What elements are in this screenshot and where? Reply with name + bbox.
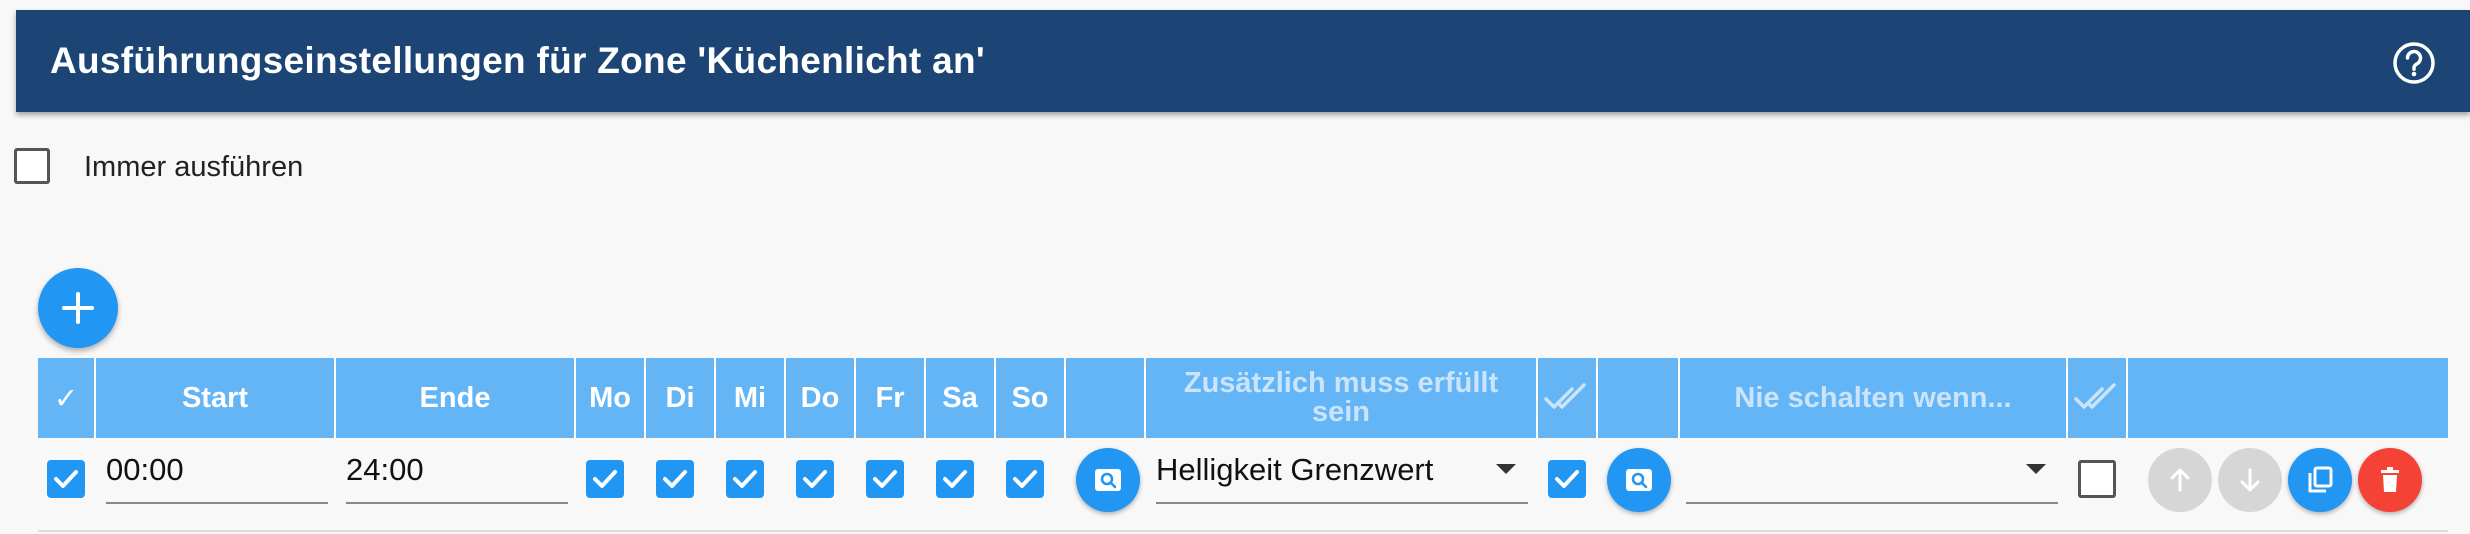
day-fr-checkbox[interactable] <box>866 460 904 498</box>
never-picker-button[interactable] <box>1607 448 1671 512</box>
copy-icon <box>2308 466 2333 493</box>
plus-icon <box>62 292 94 324</box>
additional-condition-select[interactable]: Helligkeit Grenzwert <box>1156 450 1528 504</box>
always-run-checkbox[interactable] <box>14 148 50 184</box>
column-day-di: Di <box>646 358 716 438</box>
check-icon <box>663 470 687 488</box>
dialog-title: Ausführungseinstellungen für Zone 'Küche… <box>50 40 986 81</box>
help-circle-icon[interactable] <box>2392 41 2436 85</box>
column-additional-all <box>1538 358 1598 438</box>
search-box-icon <box>1626 469 1652 491</box>
day-mo-checkbox[interactable] <box>586 460 624 498</box>
check-icon <box>593 470 617 488</box>
row-divider <box>38 530 2448 532</box>
day-do-checkbox[interactable] <box>796 460 834 498</box>
table-header: ✓ Start Ende Mo Di Mi Do Fr Sa So Zusätz… <box>38 358 2448 438</box>
start-time-input[interactable]: 00:00 <box>106 450 328 504</box>
table-row: 00:00 24:00 Helligkeit Grenzwert <box>38 440 2448 534</box>
trash-icon <box>2381 467 2399 492</box>
double-check-icon <box>2074 383 2116 409</box>
column-end: Ende <box>336 358 576 438</box>
column-start: Start <box>96 358 336 438</box>
double-check-icon <box>1544 383 1586 409</box>
delete-row-button[interactable] <box>2358 448 2422 512</box>
column-day-mo: Mo <box>576 358 646 438</box>
check-icon <box>733 470 757 488</box>
column-never-picker <box>1598 358 1680 438</box>
copy-row-button[interactable] <box>2288 448 2352 512</box>
column-additional-picker <box>1066 358 1146 438</box>
dialog-header: Ausführungseinstellungen für Zone 'Küche… <box>16 10 2470 112</box>
column-additional: Zusätzlich muss erfüllt sein <box>1146 358 1538 438</box>
chevron-down-icon <box>1496 464 1516 474</box>
row-enabled-checkbox[interactable] <box>47 460 85 498</box>
always-run-label: Immer ausführen <box>84 151 304 183</box>
additional-all-checkbox[interactable] <box>1548 460 1586 498</box>
check-icon <box>873 470 897 488</box>
column-day-sa: Sa <box>926 358 996 438</box>
column-day-fr: Fr <box>856 358 926 438</box>
check-icon <box>54 470 78 488</box>
arrow-up-icon <box>2170 468 2190 492</box>
check-icon <box>1555 470 1579 488</box>
check-icon <box>1013 470 1037 488</box>
column-never: Nie schalten wenn... <box>1680 358 2068 438</box>
day-di-checkbox[interactable] <box>656 460 694 498</box>
move-down-button[interactable] <box>2218 448 2282 512</box>
column-never-all <box>2068 358 2128 438</box>
additional-picker-button[interactable] <box>1076 448 1140 512</box>
check-icon <box>803 470 827 488</box>
move-up-button[interactable] <box>2148 448 2212 512</box>
chevron-down-icon <box>2026 464 2046 474</box>
column-day-mi: Mi <box>716 358 786 438</box>
arrow-down-icon <box>2240 468 2260 492</box>
day-mi-checkbox[interactable] <box>726 460 764 498</box>
add-row-button[interactable] <box>38 268 118 348</box>
day-so-checkbox[interactable] <box>1006 460 1044 498</box>
end-time-input[interactable]: 24:00 <box>346 450 568 504</box>
column-day-so: So <box>996 358 1066 438</box>
column-day-do: Do <box>786 358 856 438</box>
never-all-checkbox[interactable] <box>2078 460 2116 498</box>
additional-condition-value: Helligkeit Grenzwert <box>1156 452 1434 487</box>
day-sa-checkbox[interactable] <box>936 460 974 498</box>
search-box-icon <box>1095 469 1121 491</box>
column-enabled: ✓ <box>38 358 96 438</box>
column-actions <box>2128 358 2448 438</box>
check-icon <box>943 470 967 488</box>
never-condition-select[interactable] <box>1686 450 2058 504</box>
